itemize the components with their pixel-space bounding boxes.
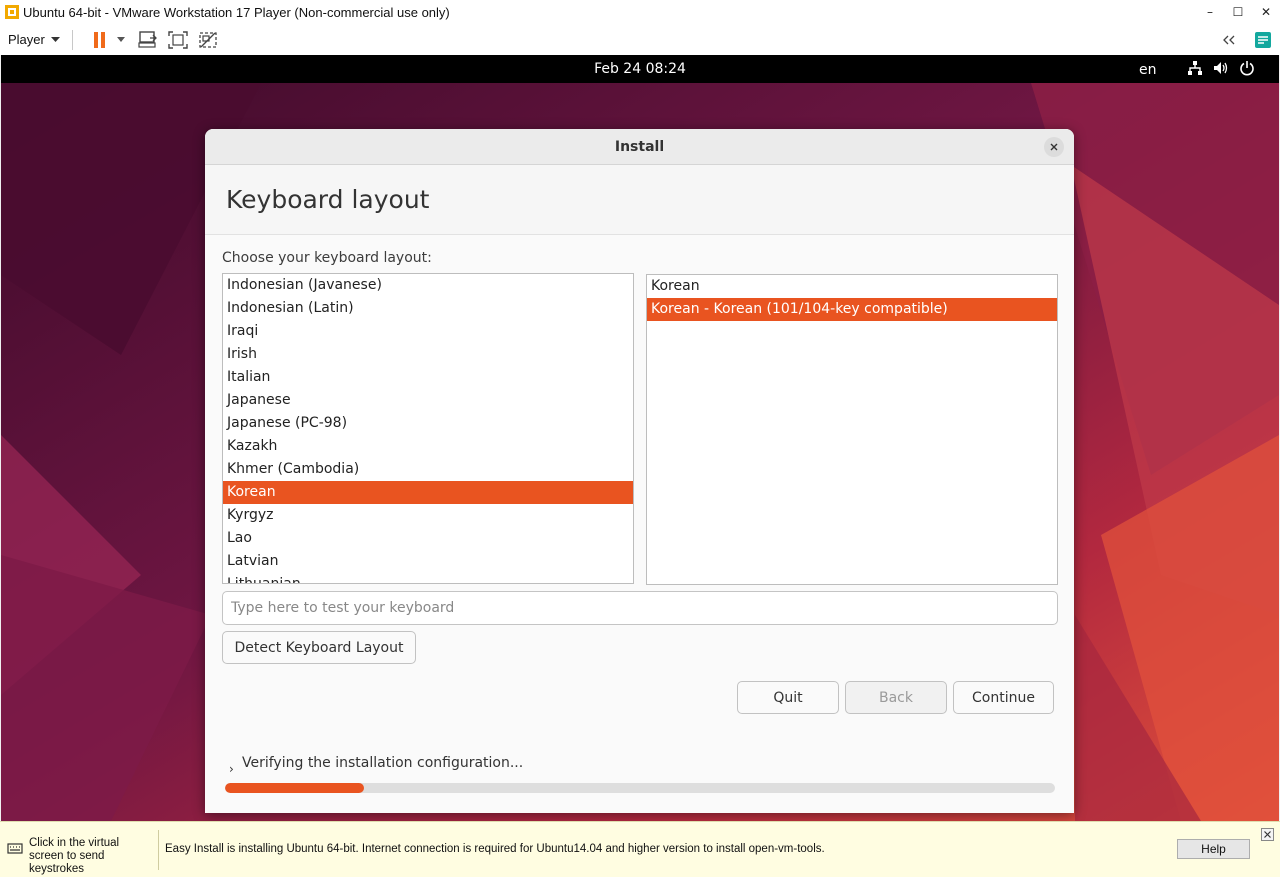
close-icon	[1050, 143, 1058, 151]
list-item[interactable]: Indonesian (Latin)	[223, 297, 633, 320]
player-menu-label: Player	[8, 32, 45, 47]
toolbar-divider	[71, 29, 73, 50]
continue-button[interactable]: Continue	[953, 681, 1054, 714]
progress-bar	[225, 783, 1055, 793]
easy-install-info-bar: Click in the virtual screen to send keys…	[0, 821, 1280, 877]
list-item[interactable]: Korean	[223, 481, 633, 504]
choose-layout-label: Choose your keyboard layout:	[222, 250, 432, 266]
dialog-close-button[interactable]	[1044, 137, 1064, 157]
list-item[interactable]: Lithuanian	[223, 573, 633, 583]
list-item[interactable]: Japanese (PC-98)	[223, 412, 633, 435]
player-toolbar: Player	[0, 24, 1280, 55]
pause-button[interactable]	[85, 27, 115, 53]
send-ctrl-alt-del-button[interactable]	[133, 27, 163, 53]
list-item[interactable]: Indonesian (Javanese)	[223, 274, 633, 297]
unity-icon	[199, 31, 217, 48]
player-menu[interactable]: Player	[8, 32, 60, 47]
progress-status-text: Verifying the installation configuration…	[242, 755, 524, 771]
progress-bar-fill	[225, 783, 365, 793]
list-item[interactable]: Korean	[647, 275, 1057, 298]
info-bar-close-button[interactable]	[1261, 828, 1274, 841]
easy-install-message: Easy Install is installing Ubuntu 64-bit…	[165, 843, 825, 855]
ubuntu-top-bar: Feb 24 08:24 en	[1, 55, 1279, 83]
keystroke-hint: Click in the virtual screen to send keys…	[29, 837, 120, 875]
clock[interactable]: Feb 24 08:24	[1, 61, 1279, 77]
unity-button[interactable]	[193, 27, 223, 53]
close-icon	[1264, 831, 1271, 838]
volume-icon	[1214, 62, 1228, 74]
window-title: Ubuntu 64-bit - VMware Workstation 17 Pl…	[23, 4, 450, 20]
list-item[interactable]: Irish	[223, 343, 633, 366]
pause-dropdown[interactable]	[115, 37, 127, 42]
notes-icon[interactable]	[1254, 31, 1272, 49]
fullscreen-icon	[168, 30, 188, 49]
keyboard-layout-list[interactable]: Indonesian (Javanese) Indonesian (Latin) I…	[222, 273, 634, 584]
list-item[interactable]: Latvian	[223, 550, 633, 573]
keyboard-test-input[interactable]	[222, 591, 1058, 625]
list-item[interactable]: Kazakh	[223, 435, 633, 458]
help-button[interactable]: Help	[1177, 839, 1250, 859]
window-controls: – ☐ ✕	[1196, 0, 1280, 24]
quit-button[interactable]: Quit	[737, 681, 839, 714]
list-item[interactable]: Korean - Korean (101/104-key compatible)	[647, 298, 1057, 321]
power-icon	[1240, 61, 1254, 76]
list-item[interactable]: Italian	[223, 366, 633, 389]
toolbar-right	[1222, 24, 1272, 55]
fullscreen-button[interactable]	[163, 27, 193, 53]
list-item[interactable]: Lao	[223, 527, 633, 550]
page-title: Keyboard layout	[226, 185, 430, 214]
keyboard-variant-list[interactable]: Korean Korean - Korean (101/104-key compa…	[646, 274, 1058, 585]
caret-down-icon	[116, 37, 125, 42]
caret-down-icon	[50, 36, 60, 42]
list-item[interactable]: Japanese	[223, 389, 633, 412]
pause-icon	[93, 31, 105, 48]
input-language-indicator[interactable]: en	[1139, 62, 1157, 78]
minimize-icon[interactable]: –	[1196, 0, 1224, 24]
keyboard-icon	[7, 843, 23, 854]
expand-chevron-icon[interactable]: ›	[229, 762, 234, 776]
list-item[interactable]: Iraqi	[223, 320, 633, 343]
list-item[interactable]: Khmer (Cambodia)	[223, 458, 633, 481]
system-tray[interactable]	[1187, 60, 1255, 76]
collapse-toolbar-icon[interactable]	[1222, 35, 1236, 45]
maximize-icon[interactable]: ☐	[1224, 0, 1252, 24]
info-bar-divider	[158, 830, 159, 870]
dialog-header: Install	[205, 129, 1074, 165]
list-item[interactable]: Kyrgyz	[223, 504, 633, 527]
page-header: Keyboard layout	[205, 165, 1074, 235]
dialog-title: Install	[614, 139, 665, 155]
detect-keyboard-layout-button[interactable]: Detect Keyboard Layout	[222, 631, 416, 664]
install-dialog: Install Keyboard layout Choose your keyb…	[205, 129, 1074, 813]
network-icon	[1188, 61, 1202, 75]
window-titlebar: Ubuntu 64-bit - VMware Workstation 17 Pl…	[0, 0, 1280, 24]
send-ctrl-alt-del-icon	[138, 30, 157, 48]
close-icon[interactable]: ✕	[1252, 0, 1280, 24]
vmware-app-icon	[5, 5, 19, 19]
back-button[interactable]: Back	[845, 681, 947, 714]
